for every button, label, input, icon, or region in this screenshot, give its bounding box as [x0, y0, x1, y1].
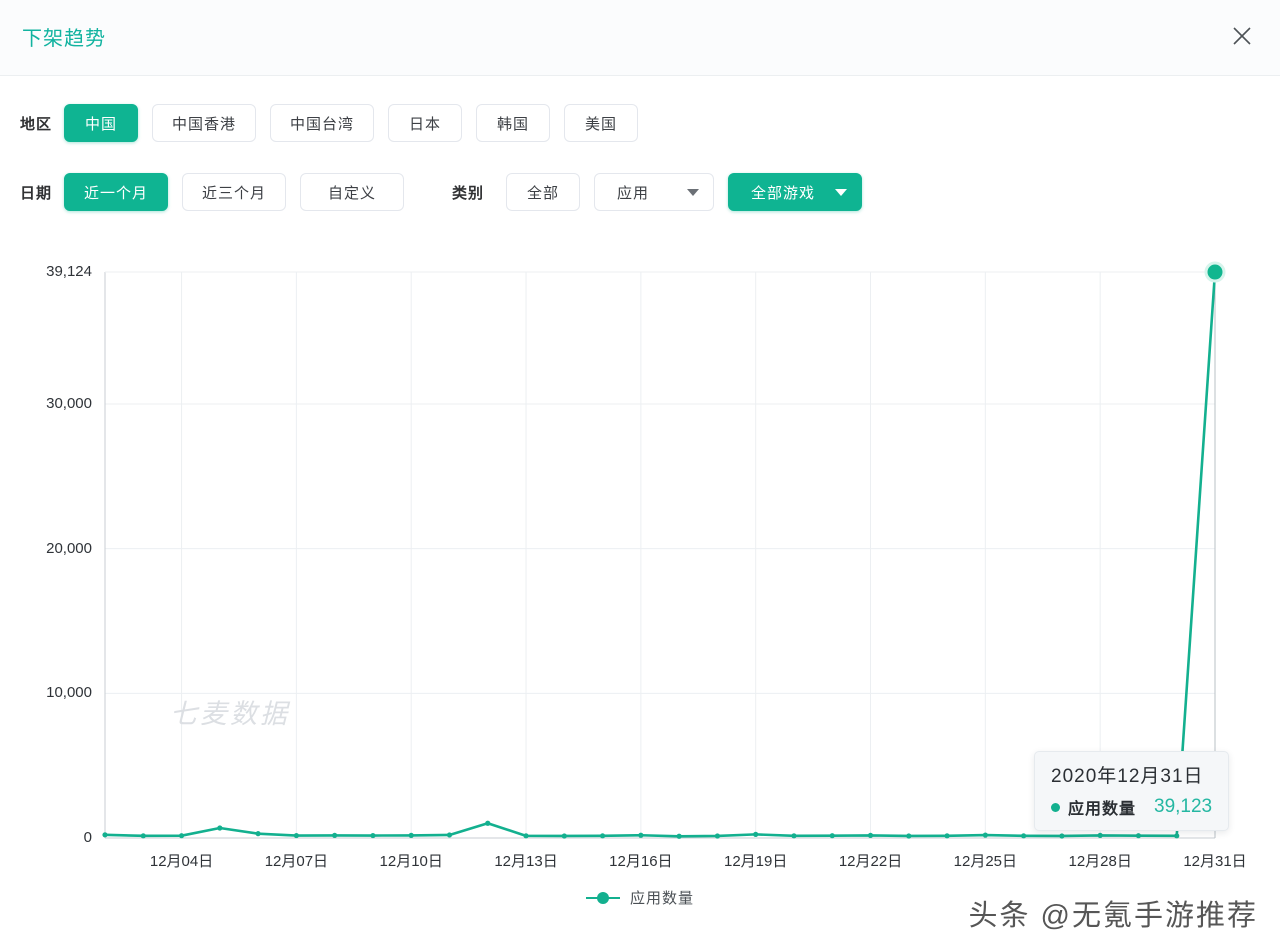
region-chip-japan[interactable]: 日本	[388, 104, 462, 142]
x-axis-tick-label: 12月22日	[827, 850, 915, 871]
x-axis-tick-label: 12月13日	[482, 850, 570, 871]
chart-highlight-point	[1206, 263, 1224, 281]
category-select-app[interactable]: 应用	[594, 173, 714, 211]
region-chip-korea[interactable]: 韩国	[476, 104, 550, 142]
category-chip-all[interactable]: 全部	[506, 173, 580, 211]
y-axis-tick-label: 39,124	[46, 263, 92, 280]
region-chip-usa[interactable]: 美国	[564, 104, 638, 142]
chevron-down-icon	[835, 189, 847, 196]
x-axis-tick-label: 12月25日	[941, 850, 1029, 871]
category-select-app-value: 应用	[617, 182, 649, 203]
x-axis-tick-label: 12月16日	[597, 850, 685, 871]
trend-chart[interactable]: 七麦数据 39,124 30,000 20,000 10,000 0 12月04日 12月…	[0, 242, 1280, 942]
chart-canvas[interactable]	[0, 242, 1280, 942]
category-select-games-value: 全部游戏	[751, 182, 815, 203]
x-axis-tick-label: 12月10日	[367, 850, 455, 871]
y-axis-tick-label: 10,000	[46, 684, 92, 701]
y-axis-tick-label: 20,000	[46, 540, 92, 557]
legend-label-app-count: 应用数量	[630, 887, 694, 908]
filter-panel: 地区 中国 中国香港 中国台湾 日本 韩国 美国 日期 近一个月 近三个月 自定…	[0, 76, 1280, 242]
category-filter-label: 类别	[418, 182, 506, 203]
tooltip-series-name: 应用数量	[1068, 795, 1136, 819]
date-chip-last-three-months[interactable]: 近三个月	[182, 173, 286, 211]
region-chip-china[interactable]: 中国	[64, 104, 138, 142]
region-filter-row: 地区 中国 中国香港 中国台湾 日本 韩国 美国	[0, 104, 652, 142]
x-axis-tick-label: 12月28日	[1056, 850, 1144, 871]
date-chip-custom[interactable]: 自定义	[300, 173, 404, 211]
y-axis-tick-label: 30,000	[46, 395, 92, 412]
tooltip-series-dot	[1051, 803, 1060, 812]
tooltip-date: 2020年12月31日	[1051, 761, 1212, 788]
page-watermark: 头条 @无氪手游推荐	[969, 892, 1259, 934]
x-axis-tick-label: 12月07日	[252, 850, 340, 871]
region-chip-taiwan[interactable]: 中国台湾	[270, 104, 374, 142]
region-filter-label: 地区	[0, 113, 64, 134]
tooltip-series-value: 39,123	[1154, 796, 1212, 818]
region-chip-hongkong[interactable]: 中国香港	[152, 104, 256, 142]
chart-tooltip: 2020年12月31日 应用数量 39,123	[1034, 751, 1229, 831]
date-filter-label: 日期	[0, 182, 64, 203]
modal-header: 下架趋势	[0, 0, 1280, 76]
legend-marker-icon	[586, 891, 620, 905]
x-axis-tick-label: 12月31日	[1171, 850, 1259, 871]
x-axis-tick-label: 12月19日	[712, 850, 800, 871]
page-title: 下架趋势	[22, 22, 106, 51]
date-chip-last-month[interactable]: 近一个月	[64, 173, 168, 211]
chart-watermark: 七麦数据	[170, 692, 290, 731]
x-axis-tick-label: 12月04日	[138, 850, 226, 871]
date-category-filter-row: 日期 近一个月 近三个月 自定义 类别 全部 应用 全部游戏	[0, 173, 876, 211]
downloads-trend-modal: 下架趋势 地区 中国 中国香港 中国台湾 日本 韩国 美国 日期 近一个月 近三…	[0, 0, 1280, 942]
y-axis-tick-label: 0	[84, 829, 92, 846]
chevron-down-icon	[687, 189, 699, 196]
tooltip-series-row: 应用数量 39,123	[1051, 795, 1212, 819]
category-select-games[interactable]: 全部游戏	[728, 173, 862, 211]
close-icon[interactable]	[1224, 18, 1260, 54]
